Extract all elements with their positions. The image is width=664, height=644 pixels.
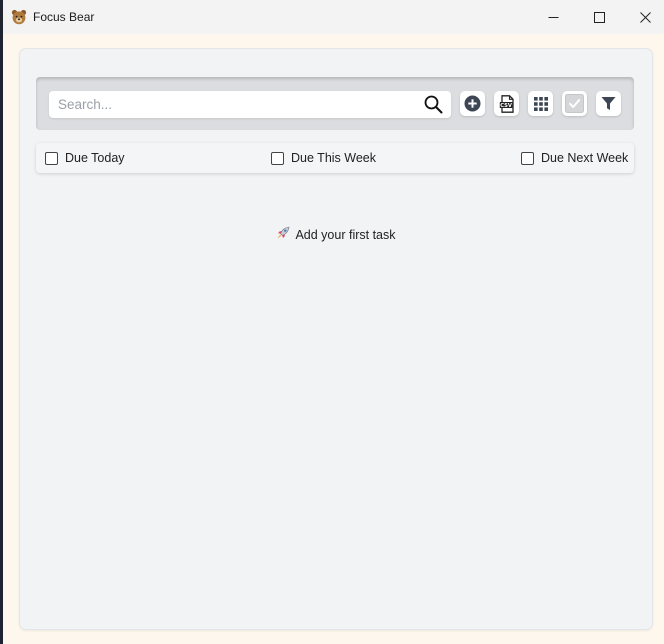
due-this-week-label: Due This Week xyxy=(291,151,376,165)
grid-icon xyxy=(533,96,548,111)
check-icon xyxy=(565,94,584,113)
select-all-button[interactable] xyxy=(562,91,587,116)
search-icon[interactable] xyxy=(424,95,443,114)
close-button[interactable] xyxy=(622,0,664,34)
filter-icon xyxy=(601,97,616,110)
add-task-button[interactable] xyxy=(460,91,485,116)
empty-state: Add your first task xyxy=(20,226,652,243)
grid-view-button[interactable] xyxy=(528,91,553,116)
due-filters-bar: Due Today Due This Week Due Next Week xyxy=(36,143,634,173)
due-today-label: Due Today xyxy=(65,151,125,165)
task-toolbar: CSV xyxy=(36,77,634,130)
focus-bear-window: Focus Bear Search... CSV Due Today Due T… xyxy=(3,0,664,644)
empty-state-text[interactable]: Add your first task xyxy=(295,228,395,242)
due-today-filter[interactable]: Due Today xyxy=(45,143,125,173)
maximize-icon xyxy=(593,11,605,23)
minimize-icon xyxy=(548,16,558,18)
maximize-button[interactable] xyxy=(576,0,622,34)
title-bar[interactable]: Focus Bear xyxy=(3,0,664,34)
tasks-panel: CSV xyxy=(20,49,652,629)
plus-circle-icon xyxy=(464,95,481,112)
due-next-week-filter[interactable]: Due Next Week xyxy=(521,143,628,173)
search-box[interactable] xyxy=(49,91,451,118)
csv-file-icon: CSV xyxy=(499,94,514,113)
bear-icon xyxy=(11,9,27,25)
rocket-icon xyxy=(276,226,290,243)
due-next-week-label: Due Next Week xyxy=(541,151,629,165)
filter-button[interactable] xyxy=(596,91,621,116)
svg-text:CSV: CSV xyxy=(500,102,512,108)
window-title: Focus Bear xyxy=(33,10,95,24)
minimize-button[interactable] xyxy=(530,0,576,34)
due-this-week-checkbox[interactable] xyxy=(271,151,284,165)
search-input[interactable] xyxy=(49,91,419,118)
due-today-checkbox[interactable] xyxy=(45,151,58,165)
csv-export-button[interactable]: CSV xyxy=(494,91,519,116)
close-icon xyxy=(639,11,651,23)
due-next-week-checkbox[interactable] xyxy=(521,151,534,165)
due-this-week-filter[interactable]: Due This Week xyxy=(271,143,376,173)
